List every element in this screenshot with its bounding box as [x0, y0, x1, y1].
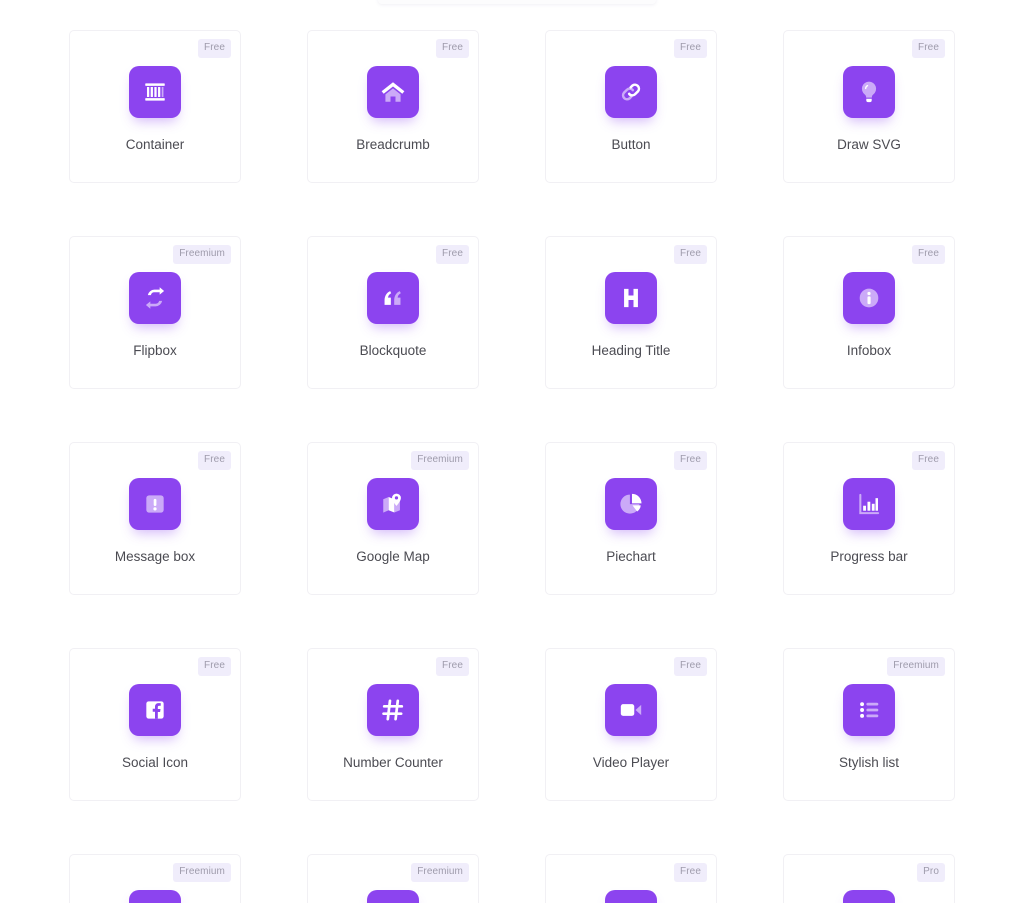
plan-badge: Freemium	[411, 451, 469, 470]
widget-card-button[interactable]: Free Button	[545, 30, 717, 183]
widget-label: Heading Title	[591, 343, 671, 358]
exclamation-box-icon	[129, 478, 181, 530]
widget-card-document-page[interactable]: Free	[545, 854, 717, 903]
widget-label: Infobox	[846, 343, 892, 358]
widget-card-stylish-list[interactable]: Freemium Stylish list	[783, 648, 955, 801]
plan-badge: Free	[912, 451, 945, 470]
widget-label: Breadcrumb	[356, 137, 430, 152]
widget-label: Draw SVG	[837, 137, 901, 152]
widget-card-piechart[interactable]: Free Piechart	[545, 442, 717, 595]
widget-card-upload-box[interactable]: Freemium	[307, 854, 479, 903]
repeat-arrows-icon	[129, 272, 181, 324]
widget-card-heading-title[interactable]: Free Heading Title	[545, 236, 717, 389]
plan-badge: Freemium	[173, 863, 231, 882]
widget-card-draw-svg[interactable]: Free Draw SVG	[783, 30, 955, 183]
widget-card-google-map[interactable]: Freemium Google Map	[307, 442, 479, 595]
plan-badge: Free	[436, 245, 469, 264]
link-icon	[605, 66, 657, 118]
video-camera-icon	[605, 684, 657, 736]
map-pin-icon	[367, 478, 419, 530]
widget-label: Stylish list	[838, 755, 899, 770]
widget-card-breadcrumb[interactable]: Free Breadcrumb	[307, 30, 479, 183]
widget-card-container[interactable]: Free Container	[69, 30, 241, 183]
plan-badge: Freemium	[173, 245, 231, 264]
plan-badge: Free	[198, 451, 231, 470]
widget-label: Video Player	[592, 755, 670, 770]
home-icon	[367, 66, 419, 118]
plan-badge: Freemium	[411, 863, 469, 882]
widget-label: Container	[125, 137, 185, 152]
plan-badge: Freemium	[887, 657, 945, 676]
widget-card-social-icon[interactable]: Free Social Icon	[69, 648, 241, 801]
widget-card-flipbox[interactable]: Freemium Flipbox	[69, 236, 241, 389]
plan-badge: Free	[674, 657, 707, 676]
plan-badge: Free	[912, 39, 945, 58]
plan-badge: Free	[912, 245, 945, 264]
plan-badge: Free	[674, 39, 707, 58]
widget-card-number-counter[interactable]: Free Number Counter	[307, 648, 479, 801]
plan-badge: Pro	[917, 863, 945, 882]
hashtag-icon	[367, 684, 419, 736]
widget-label: Piechart	[606, 549, 656, 564]
widget-label: Progress bar	[830, 549, 908, 564]
plan-badge: Free	[674, 451, 707, 470]
lightbulb-icon	[843, 66, 895, 118]
widget-library-page: Free Container Free Breadcrumb Free Button Fre…	[0, 0, 1024, 903]
bar-chart-icon	[843, 478, 895, 530]
widget-card-table-list-cursor[interactable]: Freemium	[69, 854, 241, 903]
plan-badge: Free	[436, 39, 469, 58]
info-circle-icon	[843, 272, 895, 324]
widget-label: Number Counter	[343, 755, 443, 770]
widget-label: Blockquote	[359, 343, 427, 358]
pie-chart-icon	[605, 478, 657, 530]
facebook-icon	[129, 684, 181, 736]
widget-card-half-circle[interactable]: Pro	[783, 854, 955, 903]
widget-label: Message box	[114, 549, 196, 564]
widget-card-video-player[interactable]: Free Video Player	[545, 648, 717, 801]
widget-grid: Free Container Free Breadcrumb Free Button Fre…	[69, 30, 955, 903]
plan-badge: Free	[674, 245, 707, 264]
widget-card-progress-bar[interactable]: Free Progress bar	[783, 442, 955, 595]
widget-card-blockquote[interactable]: Free Blockquote	[307, 236, 479, 389]
plan-badge: Free	[436, 657, 469, 676]
plan-badge: Free	[198, 657, 231, 676]
upload-box-icon	[367, 890, 419, 903]
widget-label: Flipbox	[133, 343, 177, 358]
plan-badge: Free	[674, 863, 707, 882]
plan-badge: Free	[198, 39, 231, 58]
widget-label: Button	[611, 137, 651, 152]
widget-card-message-box[interactable]: Free Message box	[69, 442, 241, 595]
widget-label: Google Map	[356, 549, 430, 564]
document-page-icon	[605, 890, 657, 903]
heading-h-icon	[605, 272, 657, 324]
quote-icon	[367, 272, 419, 324]
widget-label: Social Icon	[121, 755, 189, 770]
container-icon	[129, 66, 181, 118]
table-list-cursor-icon	[129, 890, 181, 903]
widget-card-infobox[interactable]: Free Infobox	[783, 236, 955, 389]
search-bar-remnant	[378, 0, 656, 4]
half-circle-icon	[843, 890, 895, 903]
bulleted-list-icon	[843, 684, 895, 736]
